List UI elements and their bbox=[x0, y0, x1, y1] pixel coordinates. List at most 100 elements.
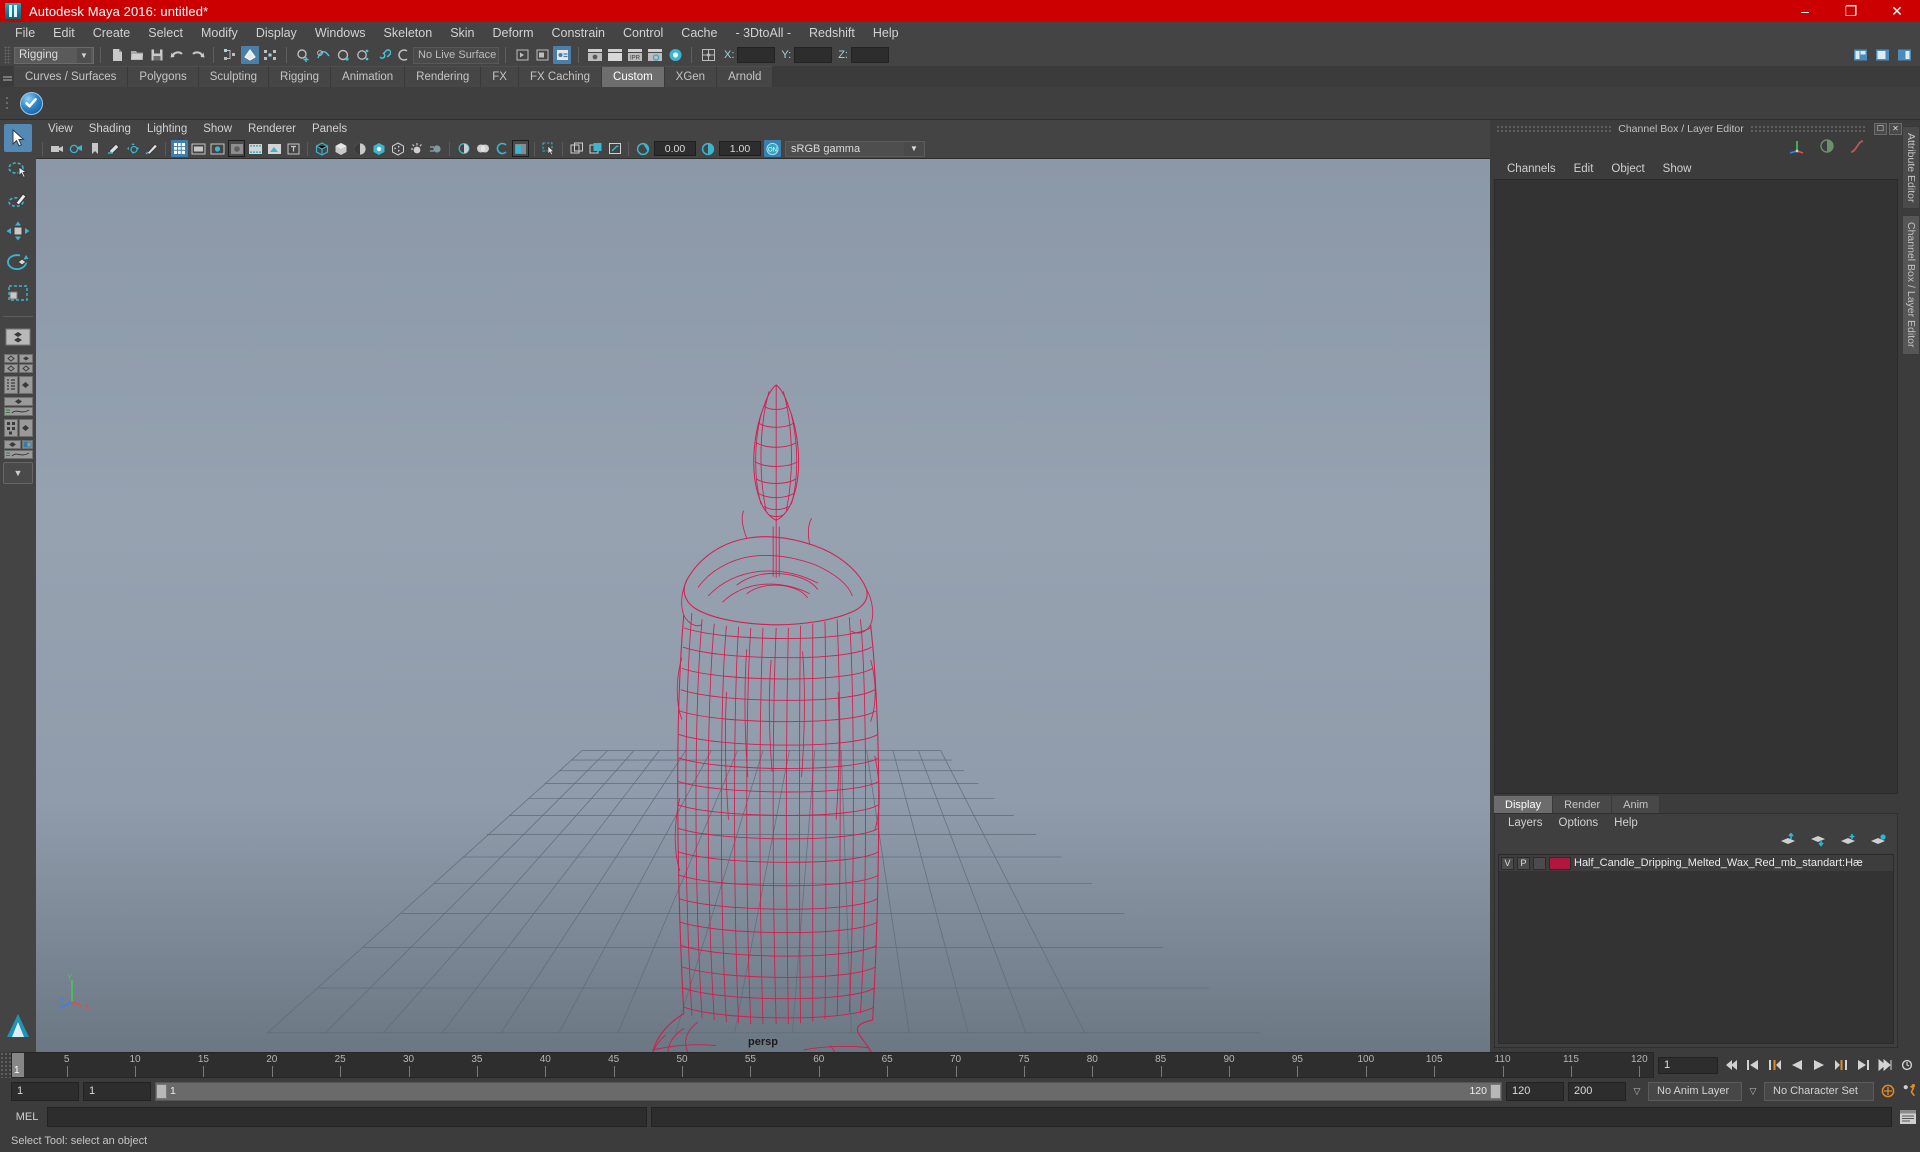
range-end-field[interactable]: 120 bbox=[1506, 1081, 1564, 1101]
viewport-menu-lighting[interactable]: Lighting bbox=[139, 120, 195, 139]
layout-persp-cell[interactable] bbox=[18, 376, 33, 394]
exposure-field[interactable]: 0.00 bbox=[654, 141, 696, 156]
snap-to-point-icon[interactable] bbox=[334, 46, 352, 64]
dock-grip-left[interactable] bbox=[1496, 125, 1613, 132]
layout-graph-cell[interactable] bbox=[3, 450, 33, 459]
show-hide-attribute-editor-icon[interactable] bbox=[1873, 46, 1891, 64]
shelf-tab-fx-caching[interactable]: FX Caching bbox=[518, 66, 603, 87]
render-settings-icon[interactable] bbox=[666, 46, 684, 64]
menu-item-3dtoall[interactable]: - 3DtoAll - bbox=[726, 22, 800, 44]
layout-persp-cell[interactable] bbox=[3, 397, 33, 406]
undock-button[interactable]: ☐ bbox=[1874, 122, 1887, 135]
layout-graph-editor-cell[interactable] bbox=[3, 407, 33, 416]
shelf-grip[interactable] bbox=[0, 66, 14, 87]
shading-toggle-icon[interactable] bbox=[1818, 138, 1836, 159]
menu-set-selector[interactable]: Rigging ▼ bbox=[14, 46, 94, 64]
layout-hypershade-cell[interactable] bbox=[3, 419, 18, 437]
select-by-component-icon[interactable] bbox=[261, 46, 279, 64]
select-objects-marquee-icon[interactable] bbox=[540, 140, 557, 157]
create-new-layer-icon[interactable] bbox=[1839, 833, 1857, 852]
select-by-object-type-icon[interactable] bbox=[241, 46, 259, 64]
channel-box-content[interactable] bbox=[1494, 179, 1898, 794]
redshift-settings-icon[interactable] bbox=[646, 46, 664, 64]
toolbar-grip[interactable] bbox=[4, 46, 11, 64]
dock-grip-right[interactable] bbox=[1749, 125, 1866, 132]
layout-more-button[interactable]: ▼ bbox=[3, 462, 33, 484]
anim-layer-dropdown-icon[interactable]: ▽ bbox=[1630, 1082, 1644, 1101]
gamma-field[interactable]: 1.00 bbox=[719, 141, 761, 156]
perspective-viewport[interactable]: Y Z X persp bbox=[36, 159, 1490, 1052]
shelf-tab-xgen[interactable]: XGen bbox=[664, 66, 718, 87]
animation-end-field[interactable]: 200 bbox=[1568, 1081, 1626, 1101]
shelf-tab-custom[interactable]: Custom bbox=[602, 66, 665, 87]
layout-single-perspective-button[interactable] bbox=[4, 323, 32, 351]
hardware-texturing-icon[interactable] bbox=[474, 140, 491, 157]
motion-blur-icon[interactable] bbox=[427, 140, 444, 157]
coord-z-field[interactable] bbox=[850, 47, 889, 63]
menu-item-edit[interactable]: Edit bbox=[44, 22, 84, 44]
film-gate-icon[interactable] bbox=[190, 140, 207, 157]
shelf-tab-animation[interactable]: Animation bbox=[331, 66, 406, 87]
anim-layer-selector[interactable]: No Anim Layer bbox=[1648, 1081, 1742, 1101]
render-current-frame-icon[interactable] bbox=[533, 46, 551, 64]
custom-shelf-button[interactable] bbox=[16, 88, 46, 118]
menu-item-control[interactable]: Control bbox=[614, 22, 672, 44]
gamma-icon[interactable] bbox=[699, 140, 716, 157]
layout-quad-cell[interactable] bbox=[18, 364, 33, 373]
layout-outliner-cell[interactable] bbox=[3, 376, 18, 394]
show-hide-modeling-toolkit-icon[interactable] bbox=[1851, 46, 1869, 64]
menu-item-skin[interactable]: Skin bbox=[441, 22, 483, 44]
tear-off-copy-icon[interactable] bbox=[587, 140, 604, 157]
layer-menu-help[interactable]: Help bbox=[1606, 817, 1646, 829]
command-input-field[interactable] bbox=[47, 1107, 647, 1127]
menu-item-skeleton[interactable]: Skeleton bbox=[375, 22, 442, 44]
channel-box-menu-object[interactable]: Object bbox=[1602, 163, 1653, 175]
shadows-icon[interactable] bbox=[389, 140, 406, 157]
layout-outliner-persp-button[interactable] bbox=[3, 376, 33, 394]
make-live-icon[interactable] bbox=[394, 46, 412, 64]
layout-persp-cell[interactable] bbox=[3, 440, 21, 449]
character-set-dropdown-icon[interactable]: ▽ bbox=[1746, 1082, 1760, 1101]
snapshot-icon[interactable] bbox=[606, 140, 623, 157]
shelf-tab-rendering[interactable]: Rendering bbox=[405, 66, 482, 87]
transform-axis-icon[interactable] bbox=[1788, 138, 1806, 159]
gate-mask-icon[interactable] bbox=[228, 140, 245, 157]
layer-color-swatch[interactable] bbox=[1549, 856, 1571, 870]
channel-box-menu-channels[interactable]: Channels bbox=[1498, 163, 1565, 175]
grid-toggle-icon[interactable] bbox=[171, 140, 188, 157]
step-forward-frame-button[interactable] bbox=[1831, 1056, 1850, 1075]
ambient-occlusion-icon[interactable] bbox=[408, 140, 425, 157]
menu-item-constrain[interactable]: Constrain bbox=[543, 22, 615, 44]
menu-item-display[interactable]: Display bbox=[247, 22, 306, 44]
open-render-view-icon[interactable] bbox=[513, 46, 531, 64]
viewport-menu-show[interactable]: Show bbox=[195, 120, 240, 139]
isolate-select-icon[interactable] bbox=[455, 140, 472, 157]
viewport-menu-panels[interactable]: Panels bbox=[304, 120, 355, 139]
script-editor-icon[interactable] bbox=[1896, 1106, 1920, 1128]
time-slider[interactable]: 1 5 10 15 20 25 30 35 40 45 50 55 60 65 70 75 80 85 90 95 1… bbox=[11, 1052, 1654, 1078]
rotate-tool-button[interactable] bbox=[4, 248, 32, 276]
layer-menu-options[interactable]: Options bbox=[1551, 817, 1607, 829]
ipr-render-icon[interactable] bbox=[553, 46, 571, 64]
select-tool-button[interactable] bbox=[4, 124, 32, 152]
layout-panel-cell[interactable] bbox=[21, 440, 33, 449]
toggle-sidebars-icon[interactable] bbox=[699, 46, 717, 64]
layer-menu-layers[interactable]: Layers bbox=[1500, 817, 1551, 829]
current-frame-field[interactable]: 1 bbox=[1658, 1056, 1718, 1074]
menu-item-create[interactable]: Create bbox=[84, 22, 140, 44]
resolution-gate-icon[interactable] bbox=[209, 140, 226, 157]
viewport-menu-renderer[interactable]: Renderer bbox=[240, 120, 304, 139]
menu-item-help[interactable]: Help bbox=[864, 22, 908, 44]
layer-editor-tab-render[interactable]: Render bbox=[1553, 796, 1613, 813]
layout-quad-cell[interactable] bbox=[3, 354, 18, 363]
layer-list[interactable]: V P Half_Candle_Dripping_Melted_Wax_Red_mb… bbox=[1498, 854, 1894, 1044]
channel-box-menu-show[interactable]: Show bbox=[1654, 163, 1701, 175]
shade-with-textures-icon[interactable] bbox=[351, 140, 368, 157]
color-management-toggle-icon[interactable]: ON bbox=[764, 140, 781, 157]
animation-preferences-button[interactable] bbox=[1897, 1056, 1916, 1075]
shelf-tab-sculpting[interactable]: Sculpting bbox=[198, 66, 270, 87]
layout-persp-cell[interactable] bbox=[18, 419, 33, 437]
xray-display-icon[interactable] bbox=[266, 140, 283, 157]
redshift-ipr-icon[interactable]: IPR bbox=[626, 46, 644, 64]
menu-item-redshift[interactable]: Redshift bbox=[800, 22, 864, 44]
